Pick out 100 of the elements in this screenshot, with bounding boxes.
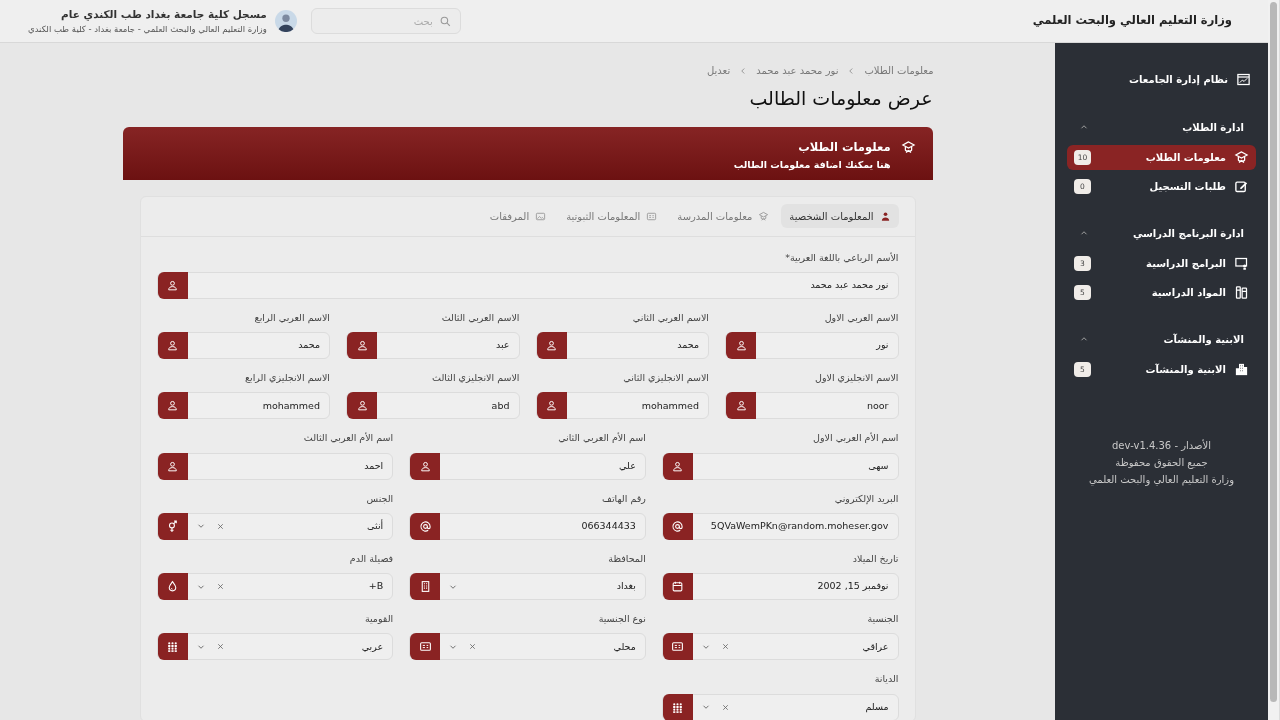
input-field[interactable]: noor [725,392,899,420]
sidebar-section-title: ادارة الطلاب [1182,120,1244,135]
id-card-icon [646,210,658,222]
input-field[interactable]: نوفمبر 15, 2002 [661,573,899,600]
graduation-cap-icon [1234,150,1249,165]
input-field[interactable]: احمد [156,452,394,480]
close-icon[interactable] [215,521,225,531]
breadcrumb-link[interactable]: نور محمد عبد محمد [756,63,839,78]
select-field[interactable]: عراقي [661,633,899,661]
field-label: الاسم العربي الاول [823,310,899,325]
field-label: تاريخ الميلاد [851,551,899,566]
field-label: الاسم الانجليزي الرابع [243,371,330,385]
select-field[interactable]: مسلم [661,693,899,720]
at-sign-icon [418,519,432,533]
graduation-cap-icon [758,210,770,222]
sidebar-section-title: الابنية والمنشآت [1163,332,1244,347]
drop-icon [166,580,179,593]
presentation-icon [1234,256,1249,271]
input-field[interactable]: mohammed [156,392,330,420]
select-field[interactable]: أنثى [156,512,394,540]
books-icon [1234,285,1249,300]
gender-icon [166,519,179,533]
sidebar-section-title: ادارة البرنامج الدراسي [1132,226,1244,241]
select-field[interactable]: محلي [409,633,646,661]
close-icon[interactable] [720,702,730,712]
user-icon [671,459,685,473]
user-icon [545,339,558,352]
breadcrumb-link[interactable]: معلومات الطلاب [864,63,934,78]
user-icon [545,399,558,413]
input-field[interactable]: سهى [661,452,899,480]
scrollbar[interactable] [1268,0,1280,720]
field-label: نوع الجنسية [597,612,646,626]
field-label: الاسم العربي الثالث [440,310,520,325]
field-label: الجنسية [866,612,899,626]
tab[interactable]: معلومات المدرسة [669,204,778,228]
app-title: وزارة التعليم العالي والبحث العلمي [1032,12,1232,30]
field-label: اسم الأم العربي الثالث [302,431,394,446]
field-label: الاسم العربي الثاني [631,310,709,325]
close-icon[interactable] [720,642,730,652]
close-icon[interactable] [215,582,225,591]
user-icon [734,339,748,352]
field-label: اسم الأم العربي الاول [812,431,899,446]
user-icon [166,459,179,473]
field-label: المحافظة [607,551,646,566]
user-icon [166,339,179,352]
user-icon [734,399,748,413]
tab[interactable]: المعلومات الثبوتية [558,204,666,228]
select-field[interactable]: عربي [156,633,394,661]
banner-subtitle: هنا يمكنك اضافة معلومات الطالب [733,157,891,172]
input-field[interactable]: 066344433 [409,512,646,540]
field-label: البريد الإلكتروني [833,491,899,506]
select-field[interactable]: بغداد [409,573,646,600]
close-icon[interactable] [468,642,478,652]
breadcrumb-link[interactable]: تعديل [707,63,731,78]
user-subtitle: وزارة التعليم العالي والبحث العلمي - جامعة بغداد - كلية طب الكندي [28,22,267,36]
chart-icon [1236,71,1251,87]
user-icon [166,278,179,292]
search-icon [438,14,452,28]
select-field[interactable]: B+ [156,573,394,600]
close-icon[interactable] [215,642,225,652]
edit-icon [1234,179,1249,194]
user-icon [166,399,179,413]
footer-text: جميع الحقوق محفوظة [1115,456,1208,470]
field-label: رقم الهاتف [601,491,646,506]
user-icon [355,339,369,352]
field-label: الاسم الانجليزي الثالث [431,371,520,386]
at-sign-icon [671,519,685,533]
graduation-cap-icon [900,139,916,155]
field-label: اسم الأم العربي الثاني [557,431,646,446]
page-title: عرض معلومات الطالب [748,86,933,112]
person-icon [879,210,891,222]
input-field[interactable]: علي [409,452,646,480]
input-field[interactable]: mohammed [535,392,709,420]
field-label: فصيلة الدم [348,551,394,566]
input-field[interactable]: abd [346,392,520,420]
input-field[interactable]: 5QVaWemPKn@random.moheser.gov [661,512,899,540]
user-icon [418,459,432,473]
id-card-icon [418,640,432,654]
input-field[interactable]: محمد [156,332,330,359]
input-field[interactable]: نور محمد عبد محمد [156,271,899,299]
people-icon [166,640,179,654]
sidebar-brand[interactable]: نظام إدارة الجامعات [1055,65,1268,93]
field-label: الجنس [365,491,394,506]
id-card-icon [671,640,685,654]
tab[interactable]: المرفقات [481,204,555,228]
field-label: الاسم العربي الرابع [253,310,330,325]
field-label: القومية [363,612,394,626]
input-field[interactable]: محمد [535,332,709,359]
input-field[interactable]: نور [725,332,899,359]
footer-text: وزارة التعليم العالي والبحث العلمي [1089,473,1234,487]
people-icon [671,700,685,714]
banner-title: معلومات الطلاب [797,138,891,156]
tab[interactable]: المعلومات الشخصية [781,204,899,228]
field-label: الاسم الانجليزي الثاني [622,371,709,385]
buildings-icon [1234,362,1249,377]
field-label: الديانة [873,672,899,687]
image-icon [535,210,547,222]
field-label: الأسم الرباعي باللغة العربية* [784,250,899,265]
input-field[interactable]: عبد [346,332,520,359]
avatar[interactable] [274,10,297,32]
